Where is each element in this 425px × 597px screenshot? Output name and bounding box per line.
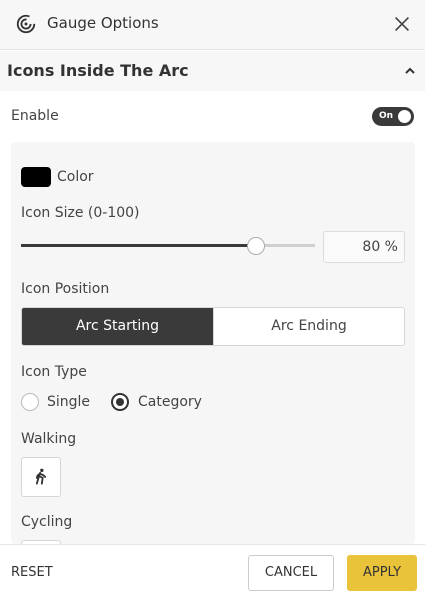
cancel-button[interactable]: CANCEL	[248, 555, 334, 591]
walking-label: Walking	[21, 431, 77, 447]
enable-label: Enable	[11, 108, 59, 124]
arc-ending-option[interactable]: Arc Ending	[213, 308, 404, 345]
icon-size-slider[interactable]	[21, 236, 315, 256]
section-header[interactable]: Icons Inside The Arc	[0, 51, 425, 91]
walking-icon-button[interactable]	[21, 457, 61, 497]
icon-size-label: Icon Size (0-100)	[21, 205, 140, 221]
walking-person-icon	[35, 468, 47, 485]
slider-fill	[21, 244, 257, 247]
reset-button[interactable]: RESET	[11, 565, 53, 580]
icon-size-input[interactable]: 80 %	[323, 231, 405, 263]
toggle-knob	[398, 110, 411, 123]
category-radio-label: Category	[138, 394, 202, 410]
dialog-footer: RESET CANCEL APPLY	[0, 544, 425, 597]
category-radio[interactable]	[111, 393, 129, 411]
arc-starting-option[interactable]: Arc Starting	[22, 308, 213, 345]
close-icon[interactable]	[391, 13, 413, 35]
chevron-up-icon[interactable]	[403, 64, 417, 78]
dialog-title: Gauge Options	[47, 14, 159, 32]
single-radio[interactable]	[21, 393, 39, 411]
apply-button[interactable]: APPLY	[347, 555, 417, 591]
icon-position-segmented: Arc Starting Arc Ending	[21, 307, 405, 346]
icon-position-label: Icon Position	[21, 281, 110, 297]
enable-toggle[interactable]: On	[372, 107, 414, 126]
slider-thumb[interactable]	[247, 237, 266, 255]
icon-type-label: Icon Type	[21, 364, 87, 380]
options-panel: Color Icon Size (0-100) 80 % Icon Positi…	[11, 142, 415, 544]
dialog-header: Gauge Options	[0, 0, 425, 50]
toggle-state-label: On	[379, 111, 394, 121]
color-label: Color	[57, 169, 94, 185]
single-radio-label: Single	[47, 394, 91, 410]
section-title: Icons Inside The Arc	[7, 61, 189, 80]
gauge-spiral-icon	[16, 14, 36, 34]
color-swatch[interactable]	[21, 167, 51, 187]
cycling-label: Cycling	[21, 514, 73, 530]
